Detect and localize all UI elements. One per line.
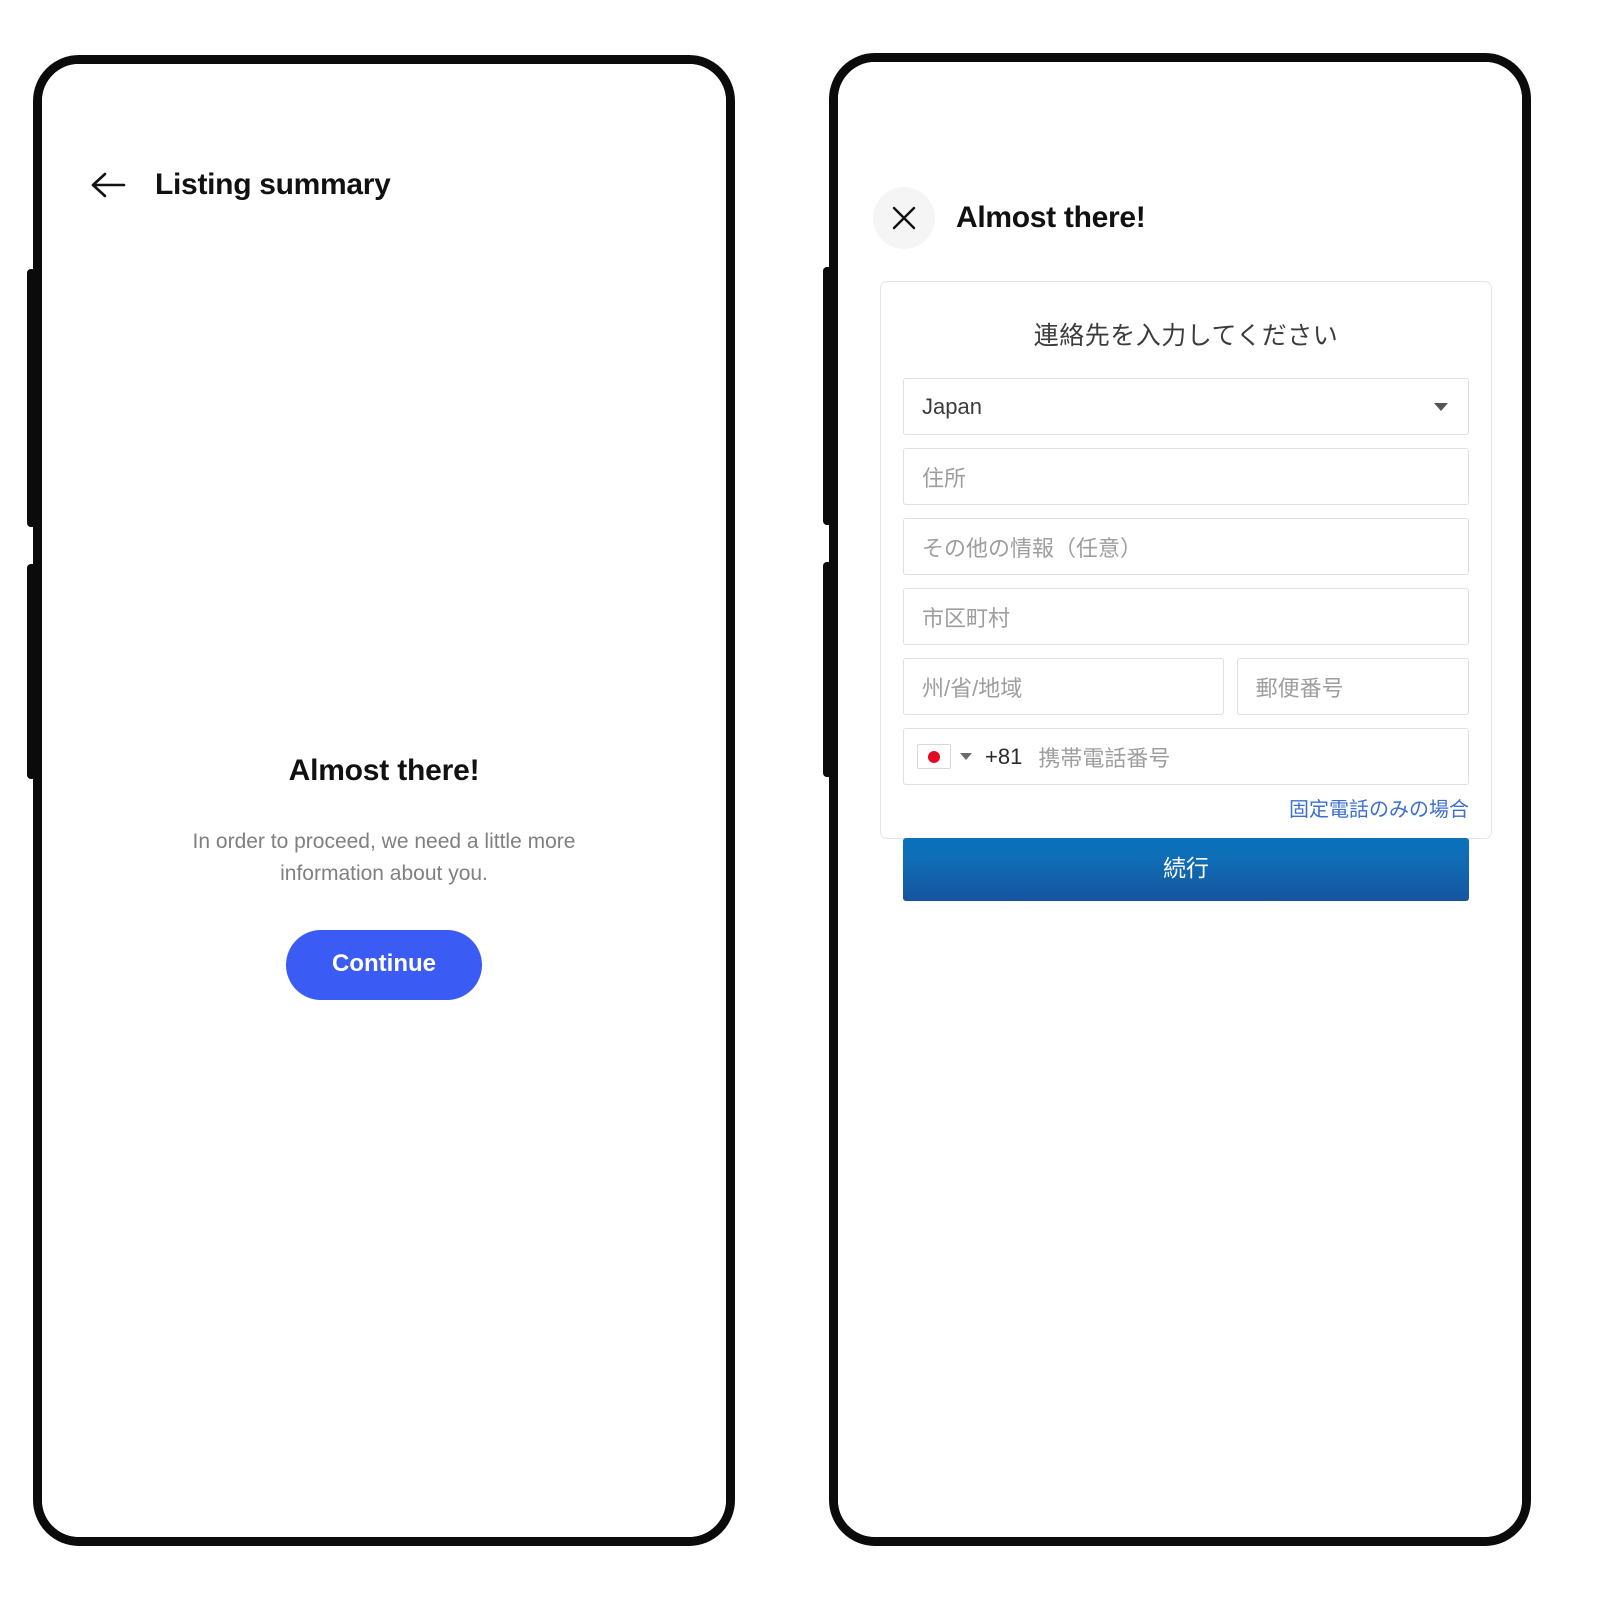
- phone-mockup-left: Listing summary Almost there! In order t…: [27, 55, 735, 1546]
- phone-placeholder: 携帯電話番号: [1038, 745, 1171, 771]
- address2-input[interactable]: その他の情報（任意）: [903, 518, 1469, 575]
- phone-side-button-upper[interactable]: [823, 267, 832, 525]
- close-icon: [889, 203, 919, 233]
- phone-side-button-lower[interactable]: [27, 564, 36, 779]
- chevron-down-icon[interactable]: [960, 753, 972, 760]
- screen-contact-details: Almost there! 連絡先を入力してください Japan 住所 その他の…: [838, 62, 1522, 1537]
- phone-number-input[interactable]: +81 携帯電話番号: [903, 728, 1469, 785]
- almost-there-heading: Almost there!: [288, 754, 480, 787]
- chevron-down-icon: [1434, 402, 1448, 411]
- almost-there-body: In order to proceed, we need a little mo…: [192, 830, 576, 885]
- screen-listing-summary: Listing summary Almost there! In order t…: [42, 64, 726, 1537]
- country-select[interactable]: Japan: [903, 378, 1469, 435]
- page-title: Almost there!: [956, 201, 1146, 234]
- listing-summary-header: Listing summary: [42, 164, 726, 206]
- dial-code: +81: [985, 743, 1023, 769]
- continue-button[interactable]: Continue: [286, 929, 482, 1000]
- submit-button[interactable]: 続行: [903, 838, 1469, 901]
- close-button[interactable]: [873, 187, 935, 249]
- almost-there-block: Almost there! In order to proceed, we ne…: [42, 754, 726, 1000]
- phone-side-button-lower[interactable]: [823, 562, 832, 777]
- phone-mockup-right: Almost there! 連絡先を入力してください Japan 住所 その他の…: [823, 53, 1531, 1546]
- state-zip-row: 州/省/地域 郵便番号: [903, 658, 1469, 728]
- contact-details-header: Almost there!: [838, 187, 1522, 249]
- arrow-left-icon: [90, 170, 126, 200]
- japan-flag-icon: [917, 744, 951, 769]
- contact-form-card: 連絡先を入力してください Japan 住所 その他の情報（任意） 市区町村 州/…: [880, 281, 1492, 901]
- back-button[interactable]: [87, 164, 129, 206]
- city-input[interactable]: 市区町村: [903, 588, 1469, 645]
- address-input[interactable]: 住所: [903, 448, 1469, 505]
- landline-only-link[interactable]: 固定電話のみの場合: [903, 793, 1469, 822]
- state-input[interactable]: 州/省/地域: [903, 658, 1224, 715]
- page-title: Listing summary: [155, 168, 391, 201]
- form-heading: 連絡先を入力してください: [1033, 322, 1339, 350]
- country-select-value: Japan: [922, 393, 982, 419]
- zip-input[interactable]: 郵便番号: [1236, 658, 1469, 715]
- screenshot-stage: Listing summary Almost there! In order t…: [0, 0, 1620, 1599]
- phone-side-button-upper[interactable]: [27, 269, 36, 527]
